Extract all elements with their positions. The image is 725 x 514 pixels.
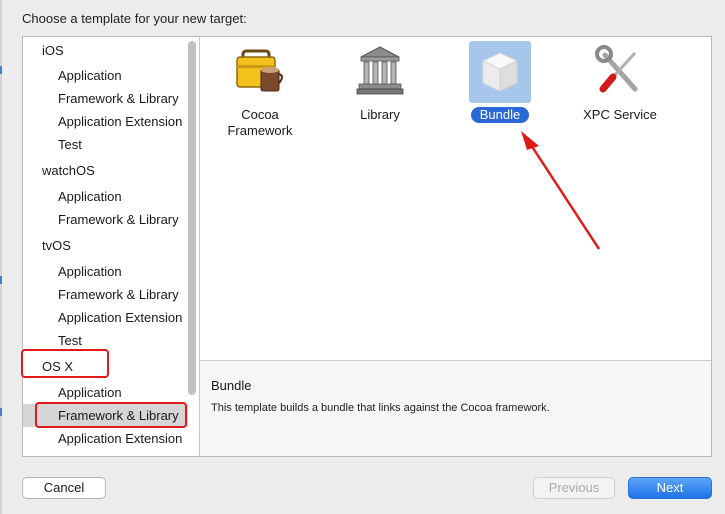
sidebar-item-tvos-application[interactable]: Application [23, 260, 188, 283]
sidebar-item-osx-application[interactable]: Application [23, 381, 188, 404]
edge-marker [0, 276, 2, 284]
sidebar-category-tvos[interactable]: tvOS [23, 234, 188, 257]
template-pane: Cocoa Framework Library Bundle XPC Servi… [200, 37, 711, 456]
sidebar-item-label: Application [58, 189, 122, 204]
edge-marker [0, 408, 2, 416]
template-description-panel: Bundle This template builds a bundle tha… [200, 360, 711, 456]
sidebar-item-label: Application [58, 385, 122, 400]
sidebar-item-osx-framework-library[interactable]: Framework & Library [23, 404, 188, 427]
dialog-prompt: Choose a template for your new target: [22, 11, 247, 26]
template-label: Cocoa Framework [227, 107, 293, 138]
sidebar-item-tvos-test[interactable]: Test [23, 329, 188, 352]
description-text: This template builds a bundle that links… [211, 402, 550, 414]
sidebar-category-label: tvOS [42, 238, 71, 253]
sidebar-item-watchos-application[interactable]: Application [23, 185, 188, 208]
sidebar-item-label: Framework & Library [58, 408, 179, 423]
next-button[interactable]: Next [628, 477, 712, 499]
sidebar-item-watchos-framework-library[interactable]: Framework & Library [23, 208, 188, 231]
template-label: Bundle [470, 107, 530, 123]
sidebar-item-tvos-application-extension[interactable]: Application Extension [23, 306, 188, 329]
template-grid: Cocoa Framework Library Bundle XPC Servi… [200, 37, 711, 360]
description-title: Bundle [211, 378, 252, 393]
edge-marker [0, 66, 2, 74]
sidebar-item-ios-application-extension[interactable]: Application Extension [23, 110, 188, 133]
sidebar-category-label: watchOS [42, 163, 95, 178]
template-chooser: iOS Application Framework & Library Appl… [22, 36, 712, 457]
sidebar-item-ios-framework-library[interactable]: Framework & Library [23, 87, 188, 110]
sidebar-category-label: OS X [42, 359, 74, 374]
cancel-button[interactable]: Cancel [22, 477, 106, 499]
sidebar-item-label: Application Extension [58, 114, 183, 129]
sidebar-item-label: Test [58, 137, 82, 152]
sidebar-item-ios-application[interactable]: Application [23, 64, 188, 87]
window-left-edge [0, 0, 2, 514]
sidebar-category-osx[interactable]: OS X [23, 355, 188, 378]
sidebar-item-osx-application-extension[interactable]: Application Extension [23, 427, 188, 450]
template-xpc-service[interactable]: XPC Service [570, 41, 670, 123]
sidebar-item-label: Application Extension [58, 310, 183, 325]
sidebar-category-label: iOS [42, 43, 64, 58]
sidebar-item-label: Application Extension [58, 431, 183, 446]
sidebar-category-ios[interactable]: iOS [23, 39, 188, 62]
sidebar-scrollbar[interactable] [188, 41, 196, 395]
sidebar-item-label: Framework & Library [58, 212, 179, 227]
toolbox-icon [229, 41, 291, 103]
template-bundle[interactable]: Bundle [450, 41, 550, 123]
template-label: XPC Service [583, 107, 657, 122]
template-library[interactable]: Library [330, 41, 430, 123]
bundle-box-icon [469, 41, 531, 103]
sidebar-category-watchos[interactable]: watchOS [23, 159, 188, 182]
sidebar-item-label: Framework & Library [58, 287, 179, 302]
platform-sidebar: iOS Application Framework & Library Appl… [23, 37, 200, 456]
sidebar-item-label: Test [58, 333, 82, 348]
library-building-icon [349, 41, 411, 103]
sidebar-item-label: Application [58, 264, 122, 279]
sidebar-item-tvos-framework-library[interactable]: Framework & Library [23, 283, 188, 306]
sidebar-item-ios-test[interactable]: Test [23, 133, 188, 156]
template-cocoa-framework[interactable]: Cocoa Framework [210, 41, 310, 139]
previous-button[interactable]: Previous [533, 477, 615, 499]
template-label: Library [360, 107, 400, 122]
wrench-screwdriver-icon [589, 41, 651, 103]
sidebar-item-label: Framework & Library [58, 91, 179, 106]
sidebar-item-label: Application [58, 68, 122, 83]
